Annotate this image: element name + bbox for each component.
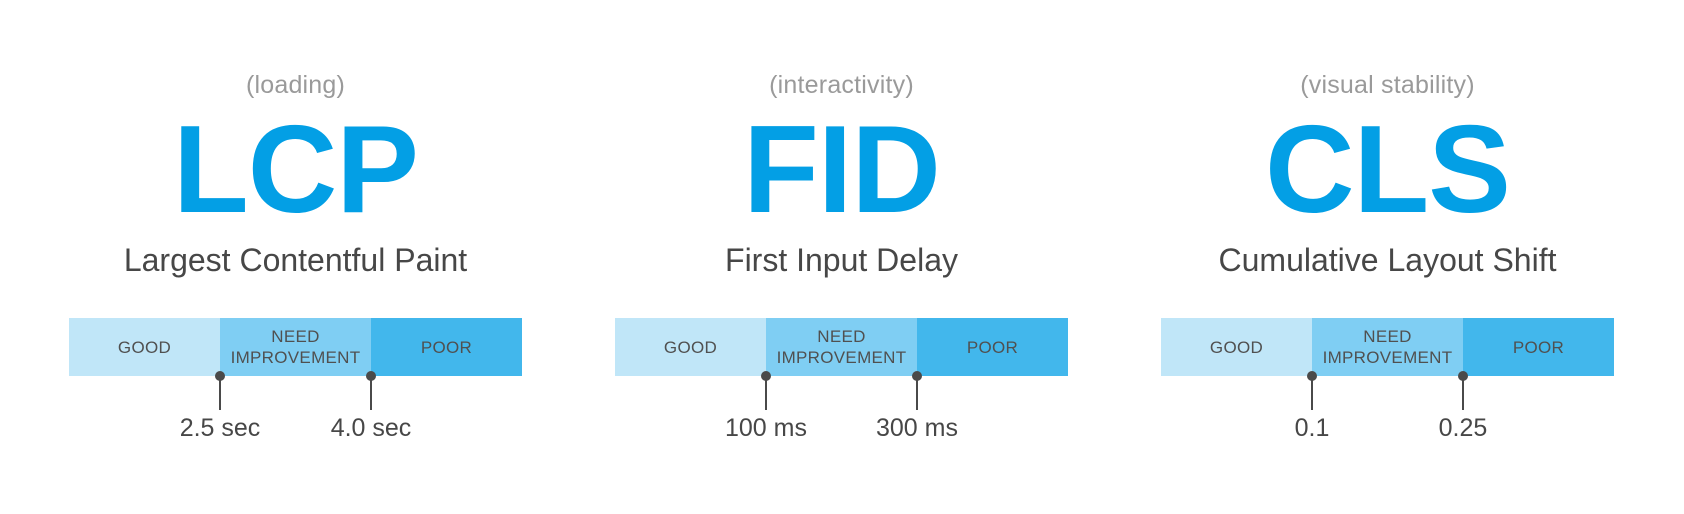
metric-category: (interactivity) <box>769 71 914 99</box>
segment-label: POOR <box>1512 337 1565 357</box>
threshold-value: 300 ms <box>876 414 958 442</box>
threshold-value: 0.1 <box>1294 414 1330 442</box>
marker-stem <box>219 376 221 410</box>
marker-dot-icon <box>1458 371 1468 381</box>
segment-label: GOOD <box>1209 337 1264 357</box>
threshold-bar: GOOD NEED IMPROVEMENT POOR <box>69 318 522 376</box>
segment-good: GOOD <box>69 318 220 376</box>
threshold-bar: GOOD NEED IMPROVEMENT POOR <box>615 318 1068 376</box>
segment-poor: POOR <box>1463 318 1614 376</box>
segment-poor: POOR <box>917 318 1068 376</box>
threshold-value: 4.0 sec <box>330 414 412 442</box>
marker-stem <box>916 376 918 410</box>
metric-full-name: First Input Delay <box>725 242 958 278</box>
segment-label: GOOD <box>117 337 172 357</box>
segment-good: GOOD <box>615 318 766 376</box>
segment-good: GOOD <box>1161 318 1312 376</box>
segment-label: GOOD <box>663 337 718 357</box>
marker-stem <box>370 376 372 410</box>
marker-dot-icon <box>366 371 376 381</box>
threshold-value: 2.5 sec <box>179 414 261 442</box>
segment-label: NEED IMPROVEMENT <box>230 327 361 367</box>
threshold-value: 0.25 <box>1438 414 1488 442</box>
metric-full-name: Largest Contentful Paint <box>123 242 468 278</box>
metric-lcp: (loading) LCP Largest Contentful Paint G… <box>69 0 522 514</box>
metric-category: (loading) <box>245 71 346 99</box>
metric-full-name: Cumulative Layout Shift <box>1218 242 1557 278</box>
segment-label: POOR <box>420 337 473 357</box>
segment-label: NEED IMPROVEMENT <box>1322 327 1453 367</box>
metric-acronym: CLS <box>1265 101 1511 239</box>
metric-fid: (interactivity) FID First Input Delay GO… <box>615 0 1068 514</box>
metric-category: (visual stability) <box>1300 71 1475 99</box>
segment-label: POOR <box>966 337 1019 357</box>
segment-poor: POOR <box>371 318 522 376</box>
threshold-bar: GOOD NEED IMPROVEMENT POOR <box>1161 318 1614 376</box>
marker-dot-icon <box>912 371 922 381</box>
marker-dot-icon <box>1307 371 1317 381</box>
threshold-value: 100 ms <box>725 414 807 442</box>
marker-stem <box>765 376 767 410</box>
metric-acronym: LCP <box>173 101 419 239</box>
marker-stem <box>1462 376 1464 410</box>
segment-need-improvement: NEED IMPROVEMENT <box>766 318 917 376</box>
segment-need-improvement: NEED IMPROVEMENT <box>220 318 371 376</box>
marker-dot-icon <box>215 371 225 381</box>
marker-dot-icon <box>761 371 771 381</box>
segment-label: NEED IMPROVEMENT <box>776 327 907 367</box>
segment-need-improvement: NEED IMPROVEMENT <box>1312 318 1463 376</box>
metric-cls: (visual stability) CLS Cumulative Layout… <box>1161 0 1614 514</box>
marker-stem <box>1311 376 1313 410</box>
metric-acronym: FID <box>743 101 941 239</box>
